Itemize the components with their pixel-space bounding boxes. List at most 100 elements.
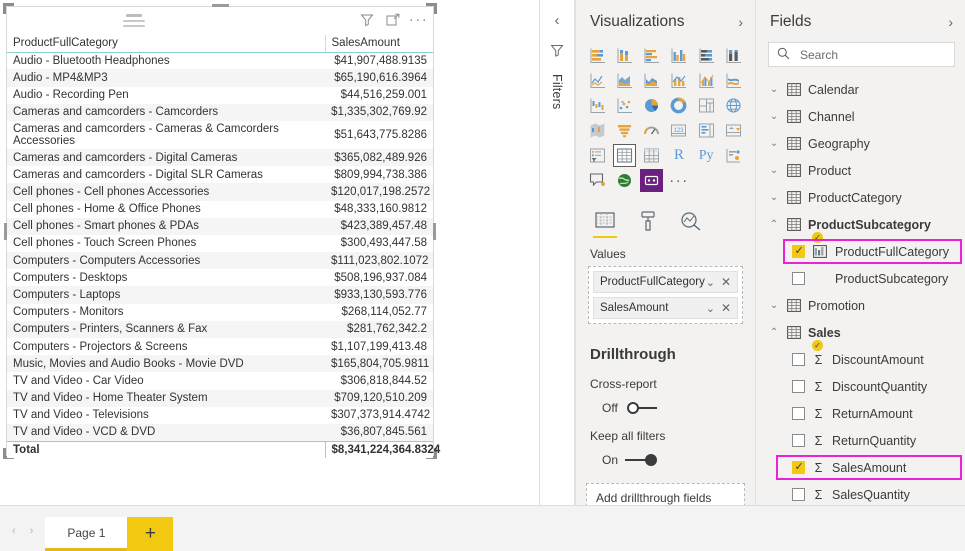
field-chip-remove-icon[interactable]: ✕ (721, 301, 731, 315)
chevron-down-icon[interactable]: ⌄ (768, 300, 780, 311)
format-paintbrush-icon[interactable] (635, 208, 661, 234)
pie-chart-icon[interactable] (640, 94, 663, 117)
stacked-column-chart-icon[interactable] (613, 44, 636, 67)
table-icon[interactable] (613, 144, 636, 167)
kpi-icon[interactable] (722, 119, 745, 142)
more-options-icon[interactable]: ··· (410, 11, 427, 28)
table-row[interactable]: Cameras and camcorders - Digital Cameras… (7, 149, 433, 166)
chevron-down-icon[interactable]: ⌄ (768, 138, 780, 149)
field-chip-remove-icon[interactable]: ✕ (721, 275, 731, 289)
table-row[interactable]: Computers - Monitors$268,114,052.77 (7, 304, 433, 321)
table-row[interactable]: Cell phones - Smart phones & PDAs$423,38… (7, 218, 433, 235)
visualizations-expand-chevron-icon[interactable]: › (738, 14, 743, 30)
scatter-chart-icon[interactable] (613, 94, 636, 117)
clustered-bar-chart-icon[interactable] (640, 44, 663, 67)
line-stacked-column-chart-icon[interactable] (667, 69, 690, 92)
card-icon[interactable]: 123 (667, 119, 690, 142)
field-checkbox[interactable] (792, 488, 805, 501)
next-page-icon[interactable]: › (30, 525, 34, 537)
slicer-icon[interactable] (586, 144, 609, 167)
arcgis-map-icon[interactable] (613, 169, 636, 192)
table-row[interactable]: Cell phones - Touch Screen Phones$300,49… (7, 235, 433, 252)
values-field-well[interactable]: ProductFullCategory⌄✕SalesAmount⌄✕ (588, 266, 743, 324)
filters-pane-collapsed[interactable]: ‹ Filters (540, 0, 575, 505)
table-row[interactable]: Computers - Printers, Scanners & Fax$281… (7, 321, 433, 338)
field-chip[interactable]: ProductFullCategory⌄✕ (593, 271, 738, 293)
table-visual[interactable]: ··· ProductFullCategory SalesAmount Audi… (7, 7, 433, 455)
chevron-down-icon[interactable]: ⌄ (768, 165, 780, 176)
fields-expand-chevron-icon[interactable]: › (948, 14, 953, 30)
ribbon-chart-icon[interactable] (722, 69, 745, 92)
fields-search-box[interactable] (768, 42, 955, 67)
stacked-bar-chart-icon[interactable] (586, 44, 609, 67)
focus-mode-icon[interactable] (384, 11, 401, 28)
more-visuals-ellipsis-icon[interactable]: ··· (667, 169, 690, 192)
fields-field-salesquantity[interactable]: ΣSalesQuantity (756, 481, 965, 505)
drag-handle-icon[interactable] (123, 14, 145, 30)
table-row[interactable]: Cell phones - Cell phones Accessories$12… (7, 183, 433, 200)
table-row[interactable]: Cameras and camcorders - Digital SLR Cam… (7, 166, 433, 183)
table-row[interactable]: Cameras and camcorders - Cameras & Camco… (7, 121, 433, 149)
table-row[interactable]: TV and Video - Home Theater System$709,1… (7, 390, 433, 407)
matrix-icon[interactable] (640, 144, 663, 167)
field-checkbox[interactable] (792, 380, 805, 393)
fields-table-promotion[interactable]: ⌄Promotion (756, 292, 965, 319)
table-row[interactable]: Computers - Laptops$933,130,593.776 (7, 286, 433, 303)
cross-report-toggle-row[interactable]: Off (576, 391, 755, 415)
table-row[interactable]: Computers - Projectors & Screens$1,107,1… (7, 338, 433, 355)
column-header-salesamount[interactable]: SalesAmount (325, 35, 433, 52)
chevron-up-icon[interactable]: ⌃ (768, 327, 780, 338)
field-checkbox[interactable] (792, 461, 805, 474)
fields-table-geography[interactable]: ⌄Geography (756, 130, 965, 157)
field-checkbox[interactable] (792, 245, 805, 258)
fields-table-productsubcategory[interactable]: ⌃✓ProductSubcategory (756, 211, 965, 238)
field-checkbox[interactable] (792, 353, 805, 366)
stacked-area-chart-icon[interactable] (640, 69, 663, 92)
funnel-chart-icon[interactable] (613, 119, 636, 142)
page-tab-page-1[interactable]: Page 1 (45, 517, 127, 551)
chevron-up-icon[interactable]: ⌃ (768, 219, 780, 230)
fields-tab-icon[interactable] (592, 208, 618, 234)
multi-row-card-icon[interactable] (695, 119, 718, 142)
treemap-icon[interactable] (695, 94, 718, 117)
fields-table-calendar[interactable]: ⌄Calendar (756, 76, 965, 103)
fields-field-salesamount[interactable]: ΣSalesAmount (756, 454, 965, 481)
field-chip-dropdown-icon[interactable]: ⌄ (706, 302, 715, 315)
fields-field-returnamount[interactable]: ΣReturnAmount (756, 400, 965, 427)
table-row[interactable]: Cameras and camcorders - Camcorders$1,33… (7, 104, 433, 121)
table-row[interactable]: Computers - Computers Accessories$111,02… (7, 252, 433, 269)
fields-field-returnquantity[interactable]: ΣReturnQuantity (756, 427, 965, 454)
table-row[interactable]: TV and Video - VCD & DVD$36,807,845.561 (7, 424, 433, 441)
table-row[interactable]: TV and Video - Car Video$306,818,844.52 (7, 372, 433, 389)
table-row[interactable]: Computers - Desktops$508,196,937.084 (7, 269, 433, 286)
filter-funnel-icon[interactable] (550, 43, 564, 60)
analytics-magnifier-icon[interactable] (678, 208, 704, 234)
fields-field-productfullcategory[interactable]: ProductFullCategory (756, 238, 965, 265)
fields-table-productcategory[interactable]: ⌄ProductCategory (756, 184, 965, 211)
donut-chart-icon[interactable] (667, 94, 690, 117)
keep-all-filters-toggle[interactable] (625, 454, 657, 466)
chevron-down-icon[interactable]: ⌄ (768, 84, 780, 95)
clustered-column-chart-icon[interactable] (667, 44, 690, 67)
fields-table-product[interactable]: ⌄Product (756, 157, 965, 184)
line-clustered-column-chart-icon[interactable] (695, 69, 718, 92)
gauge-chart-icon[interactable] (640, 119, 663, 142)
search-input[interactable] (798, 47, 946, 63)
data-table[interactable]: ProductFullCategory SalesAmount Audio - … (7, 35, 433, 458)
key-influencers-icon[interactable] (722, 144, 745, 167)
table-row[interactable]: Cell phones - Home & Office Phones$48,33… (7, 201, 433, 218)
smart-narrative-icon[interactable] (586, 169, 609, 192)
field-chip-dropdown-icon[interactable]: ⌄ (706, 276, 715, 289)
keep-all-filters-toggle-row[interactable]: On (576, 443, 755, 467)
area-chart-icon[interactable] (613, 69, 636, 92)
r-script-visual-icon[interactable]: R (667, 144, 690, 167)
table-row[interactable]: Audio - Recording Pen$44,516,259.001 (7, 87, 433, 104)
filled-map-icon[interactable] (586, 119, 609, 142)
fields-field-discountquantity[interactable]: ΣDiscountQuantity (756, 373, 965, 400)
100-stacked-column-chart-icon[interactable] (722, 44, 745, 67)
chevron-down-icon[interactable]: ⌄ (768, 111, 780, 122)
field-checkbox[interactable] (792, 272, 805, 285)
fields-field-discountamount[interactable]: ΣDiscountAmount (756, 346, 965, 373)
field-checkbox[interactable] (792, 434, 805, 447)
fields-field-productsubcategory[interactable]: ProductSubcategory (756, 265, 965, 292)
